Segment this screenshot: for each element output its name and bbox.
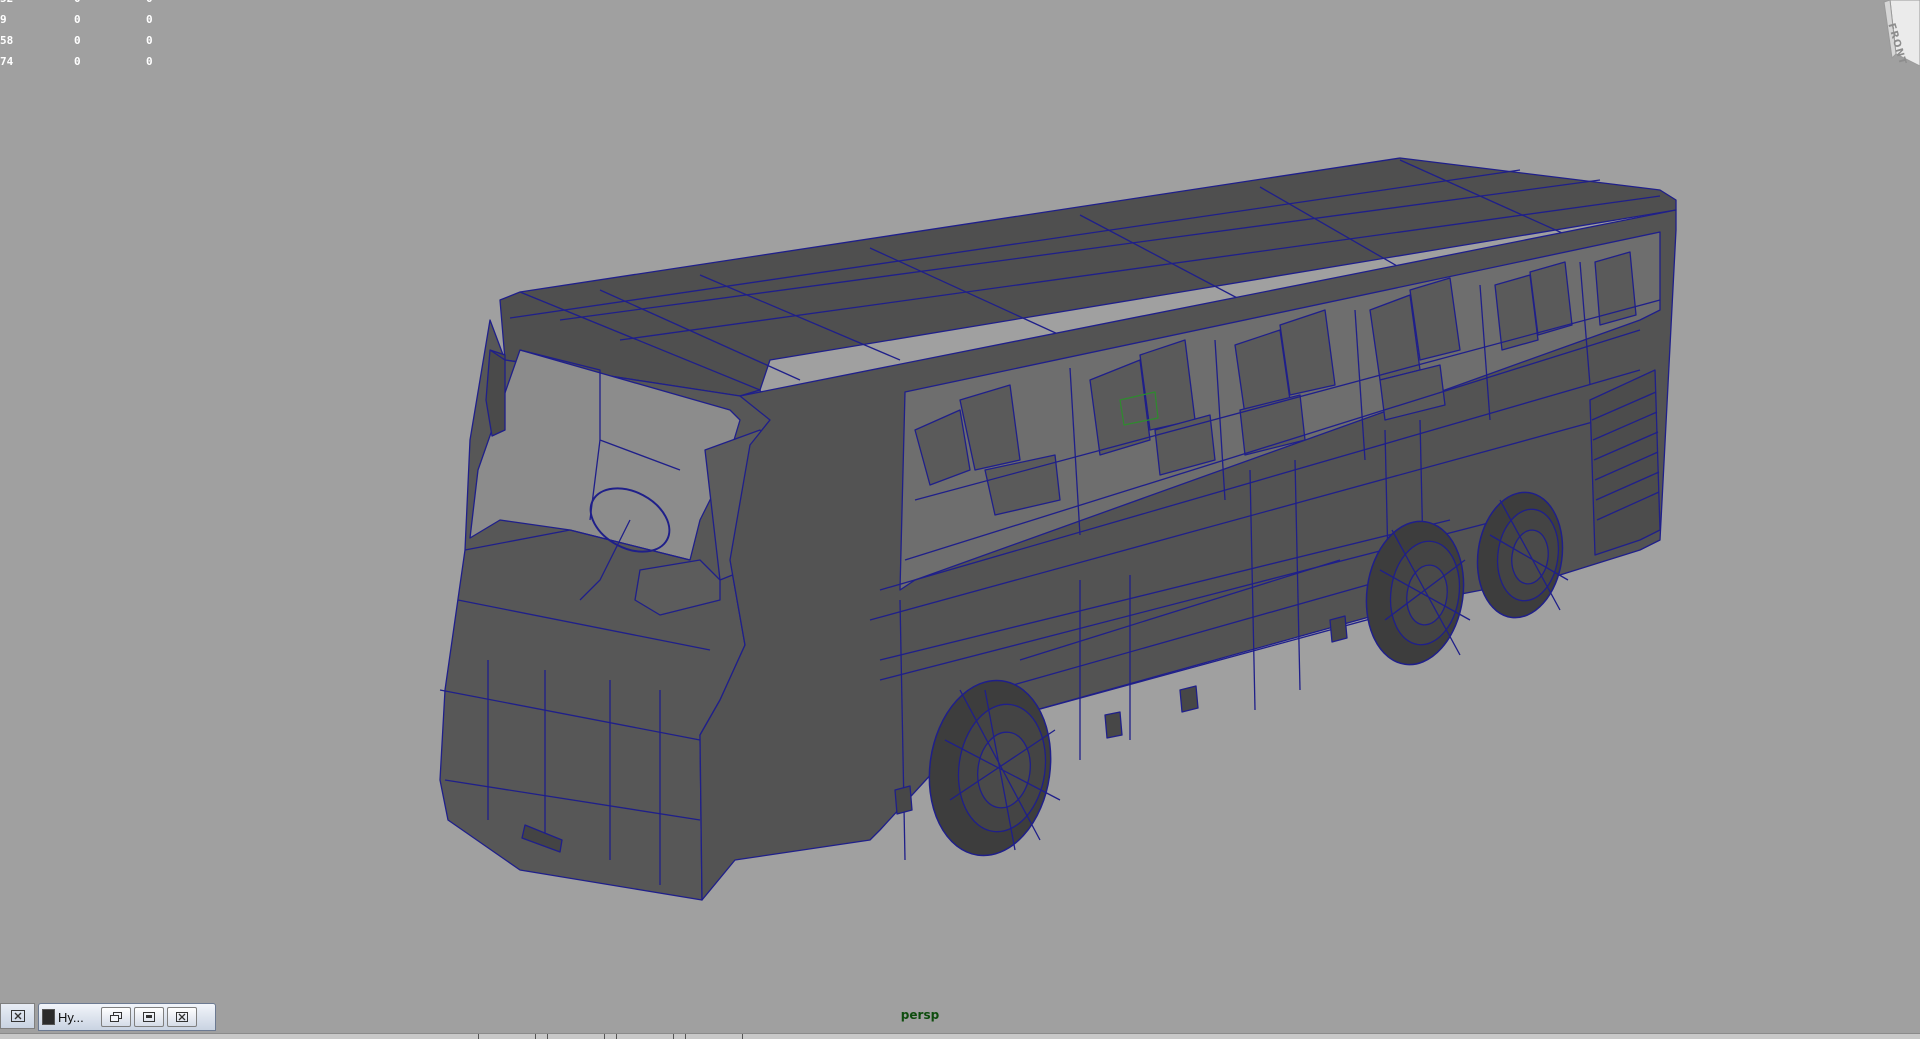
- perspective-viewport[interactable]: 52 0 0 9 0 0 58 0 0 74 0 0 FRONT: [0, 0, 1920, 1039]
- bus-model[interactable]: [0, 0, 1920, 1038]
- maximize-icon: [143, 1012, 155, 1022]
- minimized-windows-bar: Hy...: [0, 1003, 216, 1033]
- panel-tab[interactable]: [547, 1034, 605, 1039]
- window-app-icon: [42, 1009, 55, 1025]
- panel-tab[interactable]: [616, 1034, 674, 1039]
- restore-icon: [110, 1012, 122, 1022]
- bus-rear-grille: [1589, 369, 1661, 556]
- maximize-button[interactable]: [134, 1007, 164, 1027]
- bottom-panel-edge: [0, 1033, 1920, 1039]
- camera-name-label: persp: [900, 1008, 940, 1022]
- minimized-close-button[interactable]: [0, 1003, 35, 1029]
- restore-button[interactable]: [101, 1007, 131, 1027]
- close-button[interactable]: [167, 1007, 197, 1027]
- minimized-window-title: Hy...: [58, 1009, 84, 1025]
- close-icon: [176, 1012, 188, 1022]
- minimized-window[interactable]: Hy...: [38, 1003, 216, 1031]
- close-icon: [10, 1010, 25, 1022]
- panel-tab[interactable]: [478, 1034, 536, 1039]
- panel-tab[interactable]: [685, 1034, 743, 1039]
